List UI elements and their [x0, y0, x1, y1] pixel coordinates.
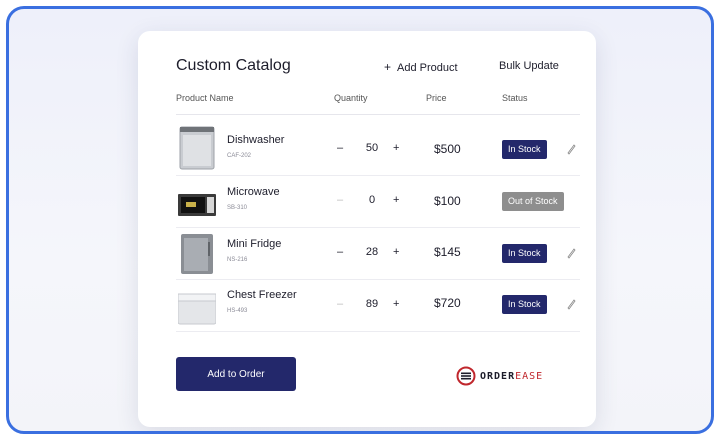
product-name: Chest Freezer — [227, 289, 297, 301]
product-price: $100 — [434, 194, 461, 208]
status-badge: In Stock — [502, 140, 547, 159]
brand-logo: ORDEREASE — [456, 366, 543, 386]
bulk-update-button[interactable]: Bulk Update — [499, 60, 559, 72]
catalog-card: Custom Catalog + Add Product Bulk Update … — [138, 31, 596, 427]
add-product-label: Add Product — [397, 62, 458, 74]
plus-icon: + — [384, 60, 392, 74]
pencil-icon[interactable] — [566, 247, 576, 259]
status-badge: In Stock — [502, 244, 547, 263]
product-sku: SB-310 — [227, 205, 248, 211]
table-row: Microwave SB-310 – 0 + $100 Out of Stock — [176, 176, 580, 228]
brand-wordmark: ORDEREASE — [480, 370, 544, 382]
screenshot-frame: Custom Catalog + Add Product Bulk Update … — [6, 6, 714, 434]
increase-quantity-button[interactable]: + — [393, 194, 399, 206]
status-badge: Out of Stock — [502, 192, 564, 211]
pencil-icon[interactable] — [566, 143, 576, 155]
product-price: $720 — [434, 296, 461, 310]
column-header-quantity: Quantity — [334, 93, 368, 103]
increase-quantity-button[interactable]: + — [393, 142, 399, 154]
product-sku: CAF-202 — [227, 153, 252, 159]
quantity-value[interactable]: 89 — [357, 298, 387, 310]
page-title: Custom Catalog — [176, 57, 291, 74]
mini-fridge-image — [181, 234, 213, 274]
product-price: $145 — [434, 245, 461, 259]
add-to-order-button[interactable]: Add to Order — [176, 357, 296, 391]
increase-quantity-button[interactable]: + — [393, 246, 399, 258]
add-product-button[interactable]: + Add Product — [384, 60, 458, 74]
header-divider — [176, 114, 580, 115]
decrease-quantity-button[interactable]: – — [337, 194, 343, 206]
decrease-quantity-button[interactable]: – — [337, 246, 343, 258]
chest-freezer-image — [178, 293, 216, 325]
decrease-quantity-button[interactable]: – — [337, 298, 343, 310]
product-name: Dishwasher — [227, 134, 285, 146]
table-row: Dishwasher CAF-202 – 50 + $500 In Stock — [176, 124, 580, 176]
column-header-product-name: Product Name — [176, 93, 234, 103]
quantity-value[interactable]: 28 — [357, 246, 387, 258]
quantity-value[interactable]: 0 — [357, 194, 387, 206]
increase-quantity-button[interactable]: + — [393, 298, 399, 310]
quantity-value[interactable]: 50 — [357, 142, 387, 154]
row-divider — [176, 331, 580, 332]
table-row: Mini Fridge NS-216 – 28 + $145 In Stock — [176, 228, 580, 280]
status-badge: In Stock — [502, 295, 547, 314]
decrease-quantity-button[interactable]: – — [337, 142, 343, 154]
orderease-logo-icon — [456, 366, 476, 386]
microwave-image — [178, 194, 216, 216]
table-row: Chest Freezer HS-493 – 89 + $720 In Stoc… — [176, 280, 580, 332]
product-name: Mini Fridge — [227, 238, 282, 250]
column-header-price: Price — [426, 93, 447, 103]
product-sku: NS-216 — [227, 257, 248, 263]
dishwasher-image — [179, 126, 215, 170]
product-sku: HS-493 — [227, 308, 248, 314]
product-price: $500 — [434, 142, 461, 156]
column-header-status: Status — [502, 93, 528, 103]
pencil-icon[interactable] — [566, 298, 576, 310]
product-name: Microwave — [227, 186, 280, 198]
